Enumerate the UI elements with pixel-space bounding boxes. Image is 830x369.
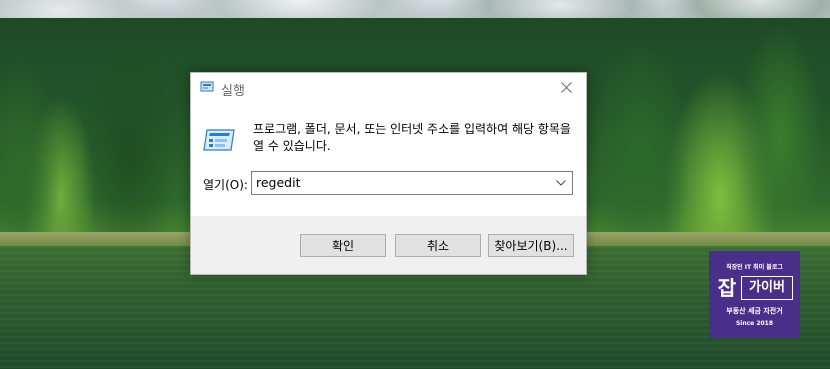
browse-button[interactable]: 찾아보기(B)... (488, 234, 574, 257)
ok-button[interactable]: 확인 (300, 234, 386, 257)
open-input[interactable] (256, 175, 546, 190)
dialog-title: 실행 (221, 84, 245, 99)
open-combobox[interactable] (251, 171, 573, 195)
run-program-icon (203, 129, 235, 151)
open-label: 열기(O): (203, 178, 248, 192)
badge-sub-text: 부동산 세금 자전거 (726, 307, 783, 315)
close-icon (561, 82, 572, 93)
badge-top-text: 직장인 IT 취미 블로그 (726, 264, 783, 271)
badge-logo: 잡 가이버 (716, 274, 793, 302)
badge-char: 잡 (717, 276, 737, 300)
dialog-description: 프로그램, 폴더, 문서, 또는 인터넷 주소를 입력하여 해당 항목을 열 수… (253, 122, 571, 153)
dialog-footer: 확인 취소 찾아보기(B)... (191, 216, 586, 274)
blog-watermark-badge: 직장인 IT 취미 블로그 잡 가이버 부동산 세금 자전거 Since 201… (709, 251, 800, 338)
run-dialog: 실행 프로그램, 폴더, 문서, 또는 인터넷 주소를 입력하여 해당 항목을 … (190, 72, 587, 275)
cancel-button[interactable]: 취소 (395, 234, 481, 257)
dialog-titlebar[interactable]: 실행 (191, 73, 586, 103)
badge-since-text: Since 2018 (735, 320, 774, 327)
combo-dropdown-button[interactable] (552, 172, 570, 194)
run-app-icon (200, 81, 214, 92)
close-button[interactable] (547, 73, 586, 102)
chevron-down-icon (556, 180, 566, 186)
badge-word: 가이버 (741, 276, 793, 300)
